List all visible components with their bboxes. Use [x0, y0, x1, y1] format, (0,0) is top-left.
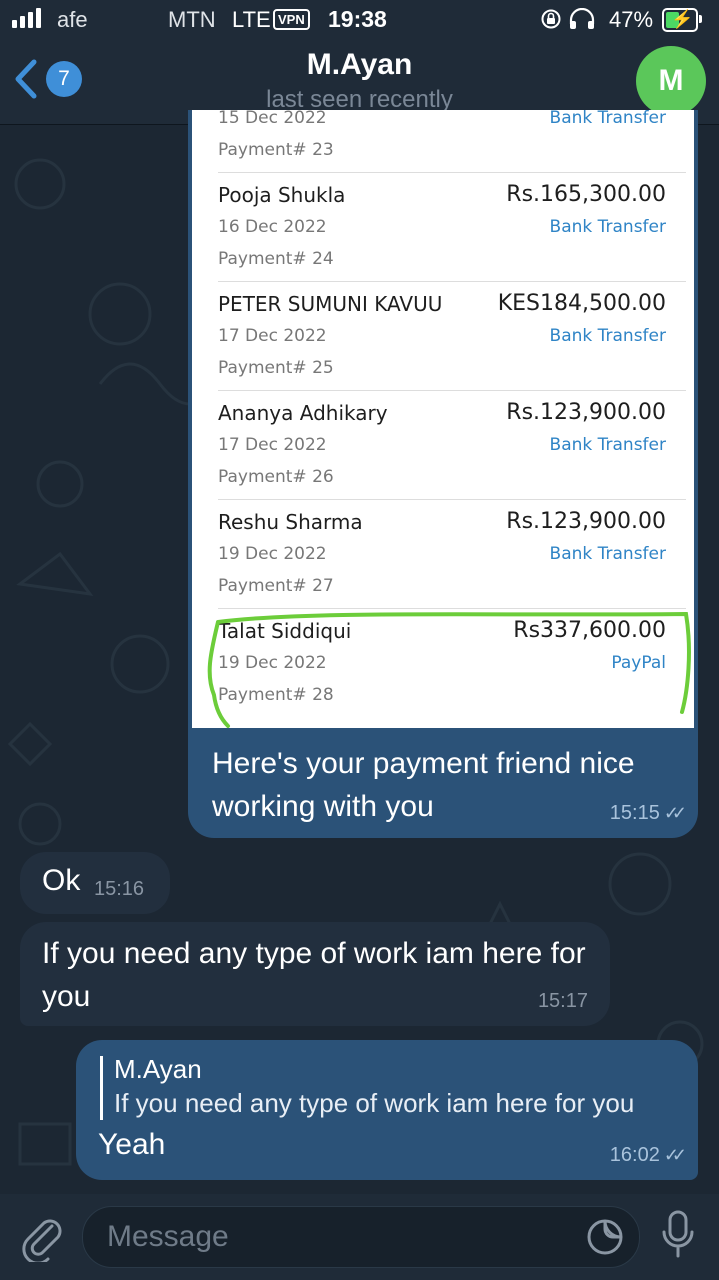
message-input-bar [0, 1194, 719, 1280]
microphone-icon[interactable] [660, 1208, 696, 1262]
quoted-text[interactable]: If you need any type of work iam here fo… [114, 1088, 634, 1119]
carrier-label: MTN [168, 7, 216, 32]
rotation-lock-icon [541, 9, 561, 29]
message-text: Ok [42, 864, 81, 897]
read-checkmarks-icon: ✓✓ [663, 1145, 687, 1165]
battery-percent: 47% [609, 7, 654, 32]
outgoing-reply-message[interactable]: M.Ayan If you need any type of work iam … [76, 1040, 698, 1180]
message-field[interactable] [82, 1206, 640, 1268]
avatar[interactable]: M [636, 46, 706, 116]
highlight-marker-outline [207, 611, 691, 728]
message-text: If you need any type of work iam here fo… [42, 937, 586, 1013]
paperclip-icon[interactable] [18, 1212, 64, 1262]
read-checkmarks-icon: ✓✓ [663, 803, 687, 823]
network-label: LTE [232, 7, 271, 32]
payments-screenshot[interactable]: 15 Dec 2022 Bank Transfer Payment# 23 Po… [192, 110, 694, 728]
sticker-icon[interactable] [585, 1217, 625, 1257]
message-time: 15:16 [94, 878, 145, 900]
status-time: 19:38 [328, 6, 387, 32]
headphones-icon [569, 8, 595, 29]
incoming-message[interactable]: Ok 15:16 [20, 852, 170, 914]
message-text: Yeah [98, 1128, 166, 1161]
battery-icon: ⚡ [662, 8, 702, 32]
message-input[interactable] [105, 1219, 569, 1255]
message-time: 15:15 ✓✓ [609, 802, 687, 824]
status-icons [540, 8, 596, 30]
quote-bar [100, 1056, 103, 1120]
vpn-badge: VPN [273, 9, 310, 30]
status-bar: afe MTN LTE VPN 19:38 47% ⚡ [0, 0, 719, 40]
incoming-message[interactable]: If you need any type of work iam here fo… [20, 922, 610, 1026]
message-time: 15:17 [537, 990, 588, 1012]
carrier-left-label: afe [57, 7, 88, 32]
quoted-sender[interactable]: M.Ayan [114, 1054, 202, 1085]
signal-icon [12, 8, 41, 28]
outgoing-image-message[interactable]: 15 Dec 2022 Bank Transfer Payment# 23 Po… [188, 110, 698, 838]
message-time: 16:02 ✓✓ [609, 1144, 687, 1166]
chat-title[interactable]: M.Ayan [0, 48, 719, 82]
